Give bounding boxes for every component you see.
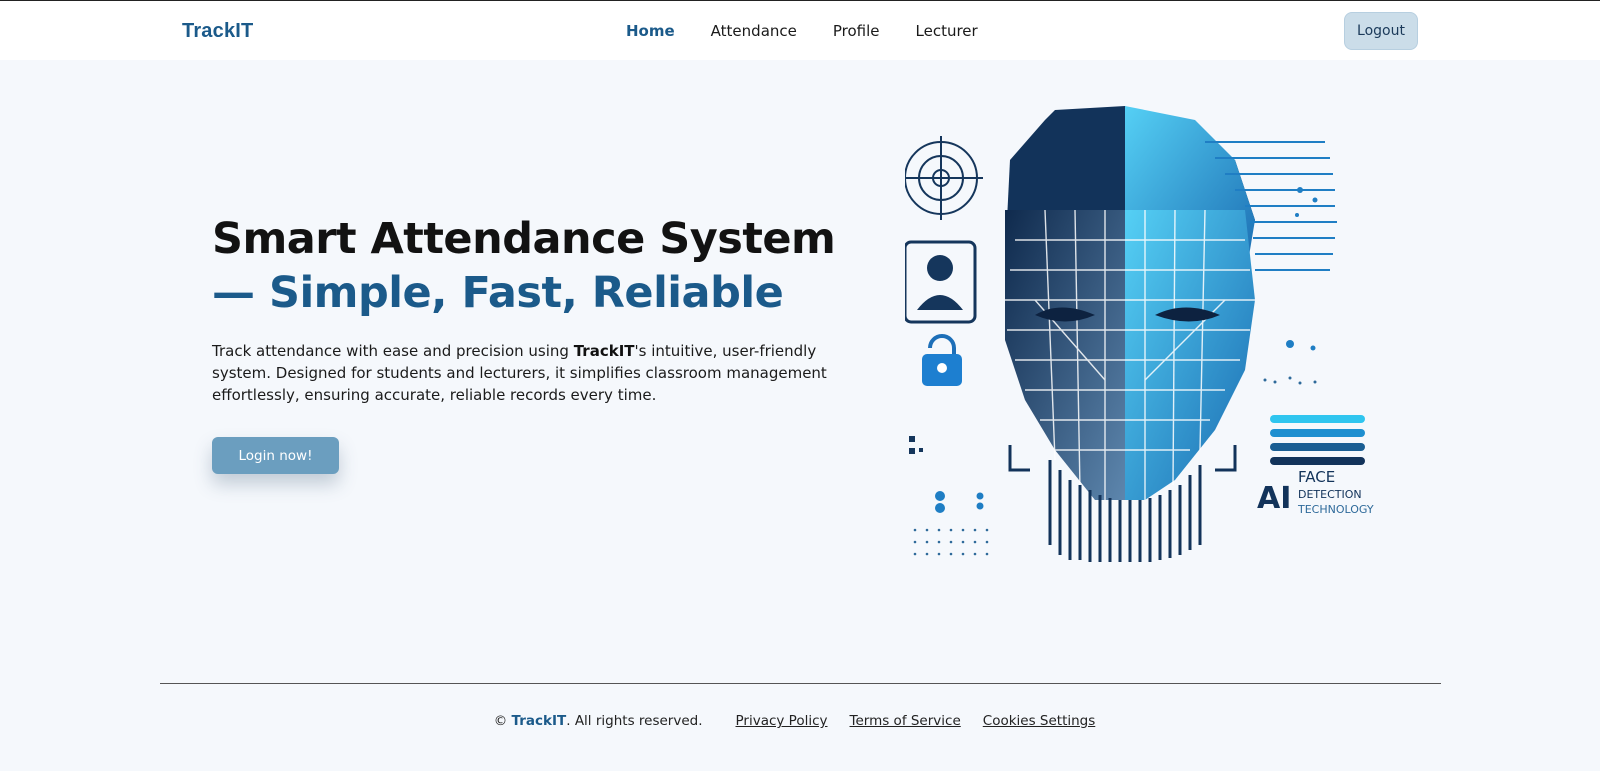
terms-of-service-link[interactable]: Terms of Service bbox=[850, 713, 961, 729]
privacy-policy-link[interactable]: Privacy Policy bbox=[736, 713, 828, 729]
target-icon bbox=[905, 136, 983, 220]
nav-lecturer[interactable]: Lecturer bbox=[916, 22, 978, 40]
ai-text: AI bbox=[1257, 481, 1291, 516]
user-id-icon bbox=[905, 240, 977, 324]
login-now-button[interactable]: Login now! bbox=[212, 437, 339, 474]
hero-title: Smart Attendance System — Simple, Fast, … bbox=[212, 212, 852, 320]
copyright-suffix: . All rights reserved. bbox=[566, 713, 703, 729]
top-navbar: TrackIT Home Attendance Profile Lecturer… bbox=[0, 1, 1600, 60]
small-dot-row bbox=[1263, 376, 1317, 385]
lock-icon bbox=[922, 334, 962, 386]
dot-grid bbox=[913, 528, 989, 556]
main-nav: Home Attendance Profile Lecturer bbox=[626, 22, 1014, 40]
small-squares bbox=[909, 436, 923, 454]
footer-divider bbox=[160, 683, 1441, 684]
hero-description: Track attendance with ease and precision… bbox=[212, 340, 832, 406]
technology-text: TECHNOLOGY bbox=[1297, 503, 1374, 516]
hero-desc-before: Track attendance with ease and precision… bbox=[212, 342, 574, 360]
nav-profile[interactable]: Profile bbox=[833, 22, 880, 40]
copyright-prefix: © bbox=[493, 713, 512, 729]
copyright-brand: TrackIT bbox=[511, 713, 567, 729]
nav-home[interactable]: Home bbox=[626, 22, 675, 40]
detection-text: DETECTION bbox=[1298, 488, 1362, 501]
copyright: © TrackIT. All rights reserved. bbox=[494, 713, 703, 729]
stripes bbox=[1270, 415, 1365, 465]
nav-attendance[interactable]: Attendance bbox=[711, 22, 797, 40]
cookies-settings-link[interactable]: Cookies Settings bbox=[983, 713, 1096, 729]
hero-title-line1: Smart Attendance System bbox=[212, 214, 836, 264]
face-text: FACE bbox=[1298, 468, 1335, 486]
hero-desc-brand: TrackIT bbox=[573, 342, 635, 360]
footer: © TrackIT. All rights reserved. Privacy … bbox=[0, 713, 1600, 729]
hero-title-line2: — Simple, Fast, Reliable bbox=[212, 268, 784, 318]
logout-button[interactable]: Logout bbox=[1344, 12, 1418, 50]
face-detection-illustration: AI FACE DETECTION TECHNOLOGY bbox=[905, 106, 1374, 562]
brand-logo[interactable]: TrackIT bbox=[182, 20, 253, 43]
